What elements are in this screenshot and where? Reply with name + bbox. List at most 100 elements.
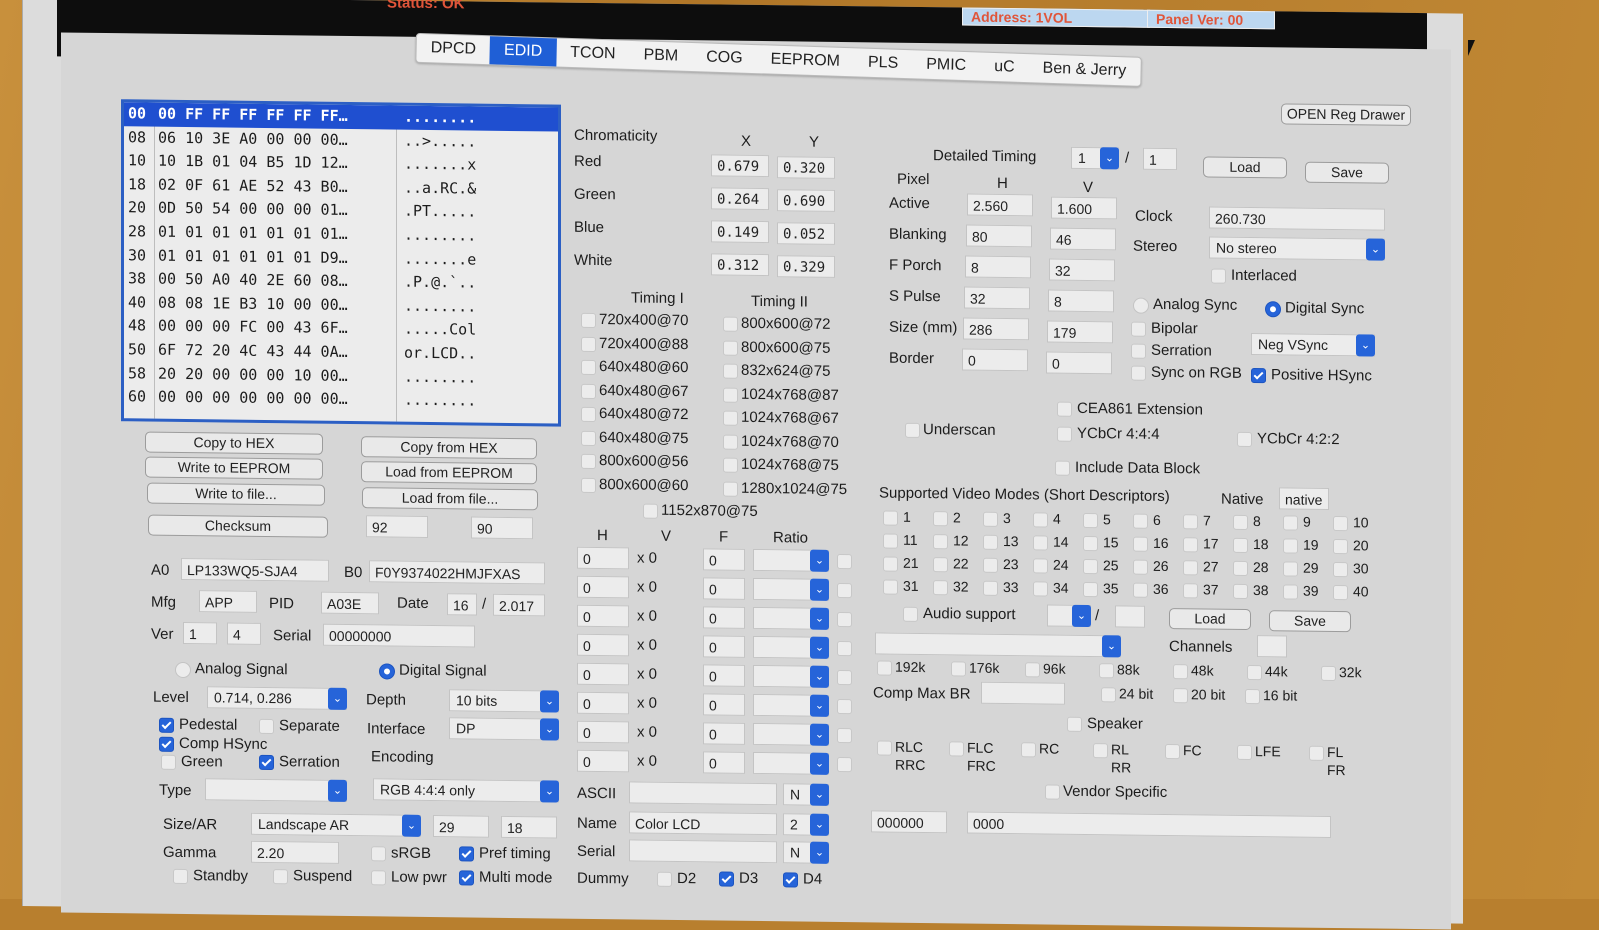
native-field[interactable]: native — [1279, 487, 1329, 510]
size-v-field[interactable]: 18 — [501, 815, 557, 839]
load-from-eeprom-button[interactable]: Load from EEPROM — [361, 461, 537, 485]
timing-ii-checkbox[interactable] — [723, 340, 738, 356]
timing-i-checkbox[interactable] — [581, 312, 596, 329]
video-mode-checkbox[interactable] — [1233, 537, 1248, 553]
hex-row[interactable]: 60 00 00 00 00 00 00 00…........ — [124, 385, 558, 414]
video-mode-checkbox[interactable] — [1233, 583, 1248, 599]
speaker-fl-checkbox[interactable] — [1309, 745, 1324, 761]
speaker-rl-checkbox[interactable] — [1093, 743, 1108, 759]
audio-load-button[interactable]: Load — [1169, 608, 1251, 631]
video-mode-checkbox[interactable] — [1333, 539, 1348, 555]
video-mode-checkbox[interactable] — [883, 556, 898, 572]
video-mode-checkbox[interactable] — [1133, 582, 1148, 598]
sample-rate-checkbox[interactable] — [1025, 662, 1040, 678]
size-ar-select[interactable]: Landscape AR ⌄ — [251, 812, 421, 837]
timing-ii-checkbox[interactable] — [723, 316, 738, 332]
std-ratio-select[interactable]: ⌄ — [753, 577, 829, 601]
timing-extra-checkbox[interactable] — [643, 503, 658, 519]
depth-select[interactable]: 10 bits ⌄ — [449, 689, 559, 713]
tab-pmic[interactable]: PMIC — [912, 50, 981, 80]
std-h-field[interactable]: 0 — [577, 604, 629, 628]
audio-index-select[interactable]: ⌄ — [1047, 604, 1091, 628]
chroma-white-y-field[interactable]: 0.329 — [777, 255, 835, 278]
std-enable-checkbox[interactable] — [837, 582, 852, 599]
cea861-extension-checkbox[interactable] — [1057, 401, 1072, 417]
channels-field[interactable] — [1257, 635, 1287, 658]
a0-field[interactable]: LP133WQ5-SJA4 — [181, 557, 329, 582]
detailed-v-field[interactable]: 46 — [1050, 227, 1116, 251]
multi-mode-checkbox[interactable] — [459, 870, 474, 886]
timing-i-checkbox[interactable] — [581, 336, 596, 352]
speaker-checkbox[interactable] — [1067, 716, 1082, 732]
timing-i-checkbox[interactable] — [581, 430, 596, 446]
timing-i-checkbox[interactable] — [581, 359, 596, 376]
pedestal-checkbox[interactable] — [159, 717, 174, 733]
std-enable-checkbox[interactable] — [837, 698, 852, 715]
sample-rate-checkbox[interactable] — [1099, 663, 1114, 679]
detailed-v-field[interactable]: 1.600 — [1051, 196, 1117, 220]
video-mode-checkbox[interactable] — [883, 533, 898, 549]
comp-hsync-checkbox[interactable] — [159, 736, 174, 752]
suspend-checkbox[interactable] — [273, 869, 288, 885]
video-mode-checkbox[interactable] — [1283, 584, 1298, 600]
std-h-field[interactable]: 0 — [577, 546, 629, 570]
tab-dpcd[interactable]: DPCD — [416, 34, 490, 64]
timing-ii-checkbox[interactable] — [723, 481, 738, 497]
date-week-field[interactable]: 16 — [447, 593, 477, 616]
vendor-specific-checkbox[interactable] — [1045, 784, 1060, 800]
vsync-select[interactable]: Neg VSync ⌄ — [1251, 333, 1375, 357]
timing-ii-checkbox[interactable] — [723, 387, 738, 403]
bit-depth-checkbox[interactable] — [1101, 687, 1116, 703]
open-reg-drawer-button[interactable]: OPEN Reg Drawer — [1281, 103, 1411, 126]
tab-ben-jerry[interactable]: Ben & Jerry — [1028, 54, 1140, 86]
video-mode-checkbox[interactable] — [933, 534, 948, 550]
d2-checkbox[interactable] — [657, 871, 672, 887]
digital-sync-radio[interactable] — [1265, 301, 1281, 318]
chroma-white-x-field[interactable]: 0.312 — [711, 253, 769, 277]
checksum-stored-field[interactable]: 90 — [471, 516, 533, 540]
std-h-field[interactable]: 0 — [577, 633, 629, 657]
timing-i-checkbox[interactable] — [581, 477, 596, 493]
detailed-timing-index-select[interactable]: 1 ⌄ — [1071, 146, 1119, 170]
video-mode-checkbox[interactable] — [1283, 515, 1298, 531]
analog-sync-radio[interactable] — [1133, 297, 1149, 314]
chroma-blue-x-field[interactable]: 0.149 — [711, 220, 769, 244]
digital-signal-radio[interactable] — [379, 663, 395, 680]
std-enable-checkbox[interactable] — [837, 756, 852, 773]
video-mode-checkbox[interactable] — [1183, 560, 1198, 576]
serration-checkbox[interactable] — [259, 754, 274, 771]
serial-field[interactable]: 00000000 — [323, 623, 475, 648]
std-h-field[interactable]: 0 — [577, 662, 629, 686]
tab-pls[interactable]: PLS — [854, 48, 913, 78]
d3-checkbox[interactable] — [719, 871, 734, 887]
timing-i-checkbox[interactable] — [581, 453, 596, 470]
bit-depth-checkbox[interactable] — [1173, 688, 1188, 704]
std-ratio-select[interactable]: ⌄ — [753, 751, 829, 775]
srgb-checkbox[interactable] — [371, 846, 386, 862]
d4-checkbox[interactable] — [783, 872, 798, 888]
video-mode-checkbox[interactable] — [1033, 535, 1048, 551]
sync-on-rgb-checkbox[interactable] — [1131, 365, 1146, 381]
detailed-v-field[interactable]: 0 — [1046, 351, 1112, 375]
b0-field[interactable]: F0Y9374022HMJFXAS — [369, 560, 545, 585]
detailed-h-field[interactable]: 80 — [966, 224, 1032, 248]
level-select[interactable]: 0.714, 0.286 ⌄ — [207, 686, 347, 710]
video-mode-checkbox[interactable] — [933, 580, 948, 596]
timing-ii-checkbox[interactable] — [723, 457, 738, 473]
mfg-field[interactable]: APP — [199, 590, 257, 613]
std-enable-checkbox[interactable] — [837, 727, 852, 744]
load-from-file-button[interactable]: Load from file... — [362, 487, 538, 511]
sample-rate-checkbox[interactable] — [951, 661, 966, 677]
video-mode-checkbox[interactable] — [1283, 538, 1298, 554]
video-mode-checkbox[interactable] — [883, 510, 898, 526]
video-mode-checkbox[interactable] — [1333, 585, 1348, 601]
date-year-field[interactable]: 2.017 — [493, 593, 545, 617]
std-h-field[interactable]: 0 — [577, 691, 629, 715]
std-f-field[interactable]: 0 — [703, 751, 745, 774]
video-mode-checkbox[interactable] — [1283, 561, 1298, 577]
video-mode-checkbox[interactable] — [1133, 559, 1148, 575]
audio-support-checkbox[interactable] — [903, 606, 918, 622]
std-enable-checkbox[interactable] — [837, 611, 852, 628]
video-mode-checkbox[interactable] — [1033, 512, 1048, 528]
std-f-field[interactable]: 0 — [703, 548, 745, 571]
